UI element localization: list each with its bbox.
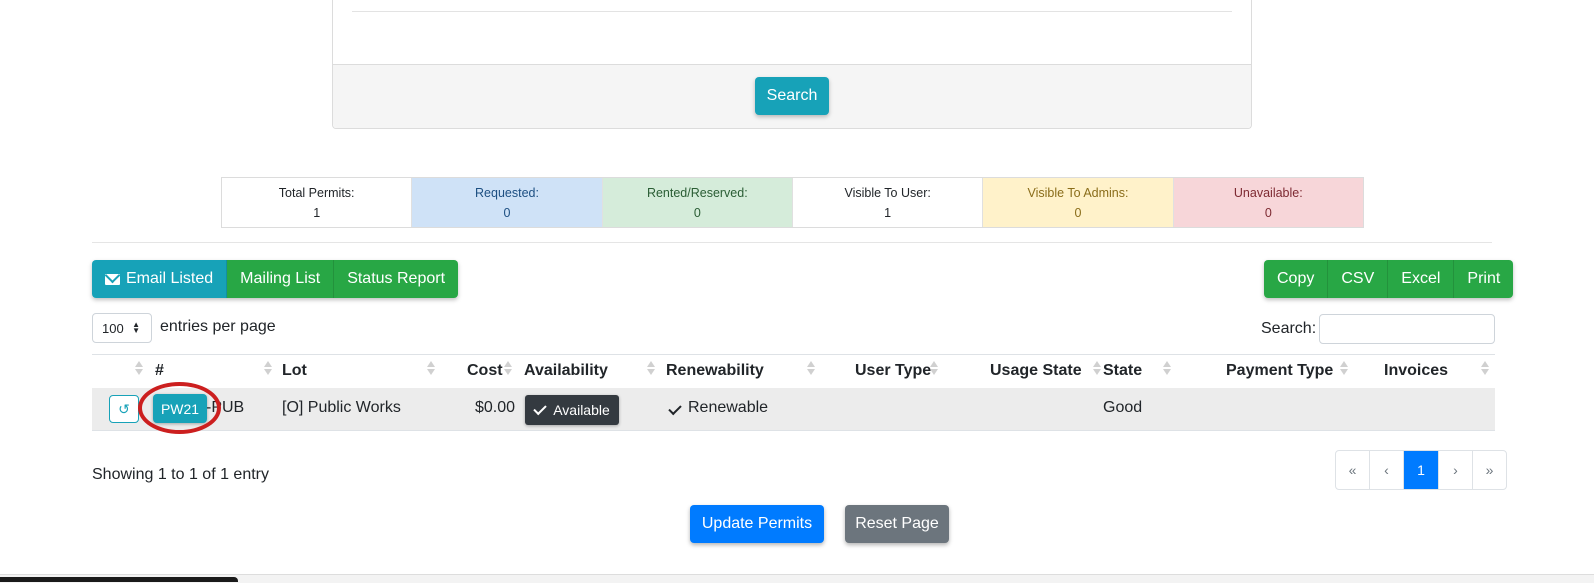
pagination-previous[interactable]: ‹: [1370, 451, 1404, 489]
sort-icon[interactable]: [426, 360, 436, 378]
sort-icon[interactable]: [263, 360, 273, 378]
sort-icon[interactable]: [806, 360, 816, 378]
stat-value: 0: [1264, 205, 1272, 220]
column-header-payment-type[interactable]: Payment Type: [1226, 362, 1333, 380]
availability-badge: Available: [525, 395, 619, 425]
stat-label: Total Permits:: [278, 185, 355, 200]
pagination-last[interactable]: »: [1473, 451, 1506, 489]
stat-unavailable: Unavailable: 0: [1172, 178, 1363, 227]
column-header-usage-state[interactable]: Usage State: [990, 362, 1082, 380]
renewability-label: Renewable: [688, 399, 769, 416]
search-button[interactable]: Search: [755, 77, 829, 115]
stat-visible-to-user: Visible To User: 1: [791, 178, 982, 227]
table-search-label: Search:: [1261, 320, 1317, 337]
entries-value: 100: [102, 320, 124, 336]
footer-overlay: [0, 577, 238, 582]
column-header-state[interactable]: State: [1103, 362, 1142, 380]
stat-label: Requested:: [475, 185, 539, 200]
sort-icon[interactable]: [503, 360, 513, 378]
stat-label: Rented/Reserved:: [646, 185, 748, 200]
select-caret-icon: ▲ ▼: [132, 320, 140, 335]
highlight-circle: [138, 382, 221, 434]
export-buttons-group: Copy CSV Excel Print: [1264, 260, 1514, 298]
entries-per-page-select[interactable]: 100 ▲ ▼: [92, 313, 152, 343]
email-listed-label: Email Listed: [126, 270, 214, 287]
table-row: ↺ -PUB PW21 [O] Public Works $0.00 Avail…: [92, 382, 1495, 434]
pagination: « ‹ 1 › »: [1335, 450, 1507, 490]
sort-icon[interactable]: [134, 360, 144, 378]
entries-per-page-label: entries per page: [160, 318, 276, 335]
history-button[interactable]: ↺: [109, 395, 139, 423]
stat-value: 0: [1074, 205, 1082, 220]
column-header-number[interactable]: #: [155, 362, 164, 380]
stat-visible-to-admins: Visible To Admins: 0: [982, 178, 1173, 227]
copy-button[interactable]: Copy: [1264, 260, 1329, 298]
stat-value: 0: [503, 205, 511, 220]
email-listed-button[interactable]: Email Listed: [92, 260, 228, 298]
lot-cell: [O] Public Works: [282, 399, 401, 416]
print-button[interactable]: Print: [1454, 260, 1514, 298]
sort-icon[interactable]: [1092, 360, 1102, 378]
sort-icon[interactable]: [1162, 360, 1172, 378]
history-icon: ↺: [118, 400, 130, 417]
envelope-icon: [105, 273, 120, 285]
stat-total-permits: Total Permits: 1: [222, 178, 411, 227]
search-panel-footer: Search: [333, 64, 1251, 128]
column-header-cost[interactable]: Cost: [467, 362, 503, 380]
stat-label: Visible To Admins:: [1027, 185, 1129, 200]
check-icon: [533, 401, 547, 415]
sort-icon[interactable]: [646, 360, 656, 378]
renewability-cell: Renewable: [668, 399, 769, 417]
table-header: # Lot Cost Availability Renewability Use…: [92, 354, 1495, 389]
pagination-first[interactable]: «: [1336, 451, 1370, 489]
column-header-invoices[interactable]: Invoices: [1384, 362, 1448, 380]
stat-requested: Requested: 0: [411, 178, 602, 227]
sort-icon[interactable]: [929, 360, 939, 378]
permit-stats-bar: Total Permits: 1 Requested: 0 Rented/Res…: [221, 177, 1364, 228]
availability-label: Available: [553, 402, 610, 418]
excel-button[interactable]: Excel: [1388, 260, 1455, 298]
stat-label: Unavailable:: [1233, 185, 1303, 200]
state-cell: Good: [1103, 399, 1143, 416]
cost-cell: $0.00: [475, 399, 516, 416]
sort-icon[interactable]: [1480, 360, 1490, 378]
reset-page-button[interactable]: Reset Page: [845, 505, 949, 543]
stat-value: 1: [313, 205, 321, 220]
stat-rented-reserved: Rented/Reserved: 0: [601, 178, 792, 227]
column-header-lot[interactable]: Lot: [282, 362, 307, 380]
column-header-renewability[interactable]: Renewability: [666, 362, 764, 380]
pagination-page-1[interactable]: 1: [1404, 451, 1439, 489]
table-search-input[interactable]: [1319, 314, 1495, 344]
panel-divider: [352, 11, 1232, 12]
status-report-button[interactable]: Status Report: [334, 260, 459, 298]
search-panel: Search: [332, 0, 1252, 129]
pagination-next[interactable]: ›: [1439, 451, 1473, 489]
section-divider: [92, 242, 1492, 243]
csv-button[interactable]: CSV: [1328, 260, 1389, 298]
list-actions-group: Email Listed Mailing List Status Report: [92, 260, 459, 298]
update-permits-button[interactable]: Update Permits: [690, 505, 824, 543]
mailing-list-button[interactable]: Mailing List: [227, 260, 335, 298]
stat-value: 0: [693, 205, 701, 220]
table-info: Showing 1 to 1 of 1 entry: [92, 466, 269, 483]
stat-label: Visible To User:: [844, 185, 931, 200]
check-icon: [668, 401, 682, 416]
column-header-user-type[interactable]: User Type: [855, 362, 931, 380]
column-header-availability[interactable]: Availability: [524, 362, 608, 380]
stat-value: 1: [884, 205, 892, 220]
sort-icon[interactable]: [1339, 360, 1349, 378]
